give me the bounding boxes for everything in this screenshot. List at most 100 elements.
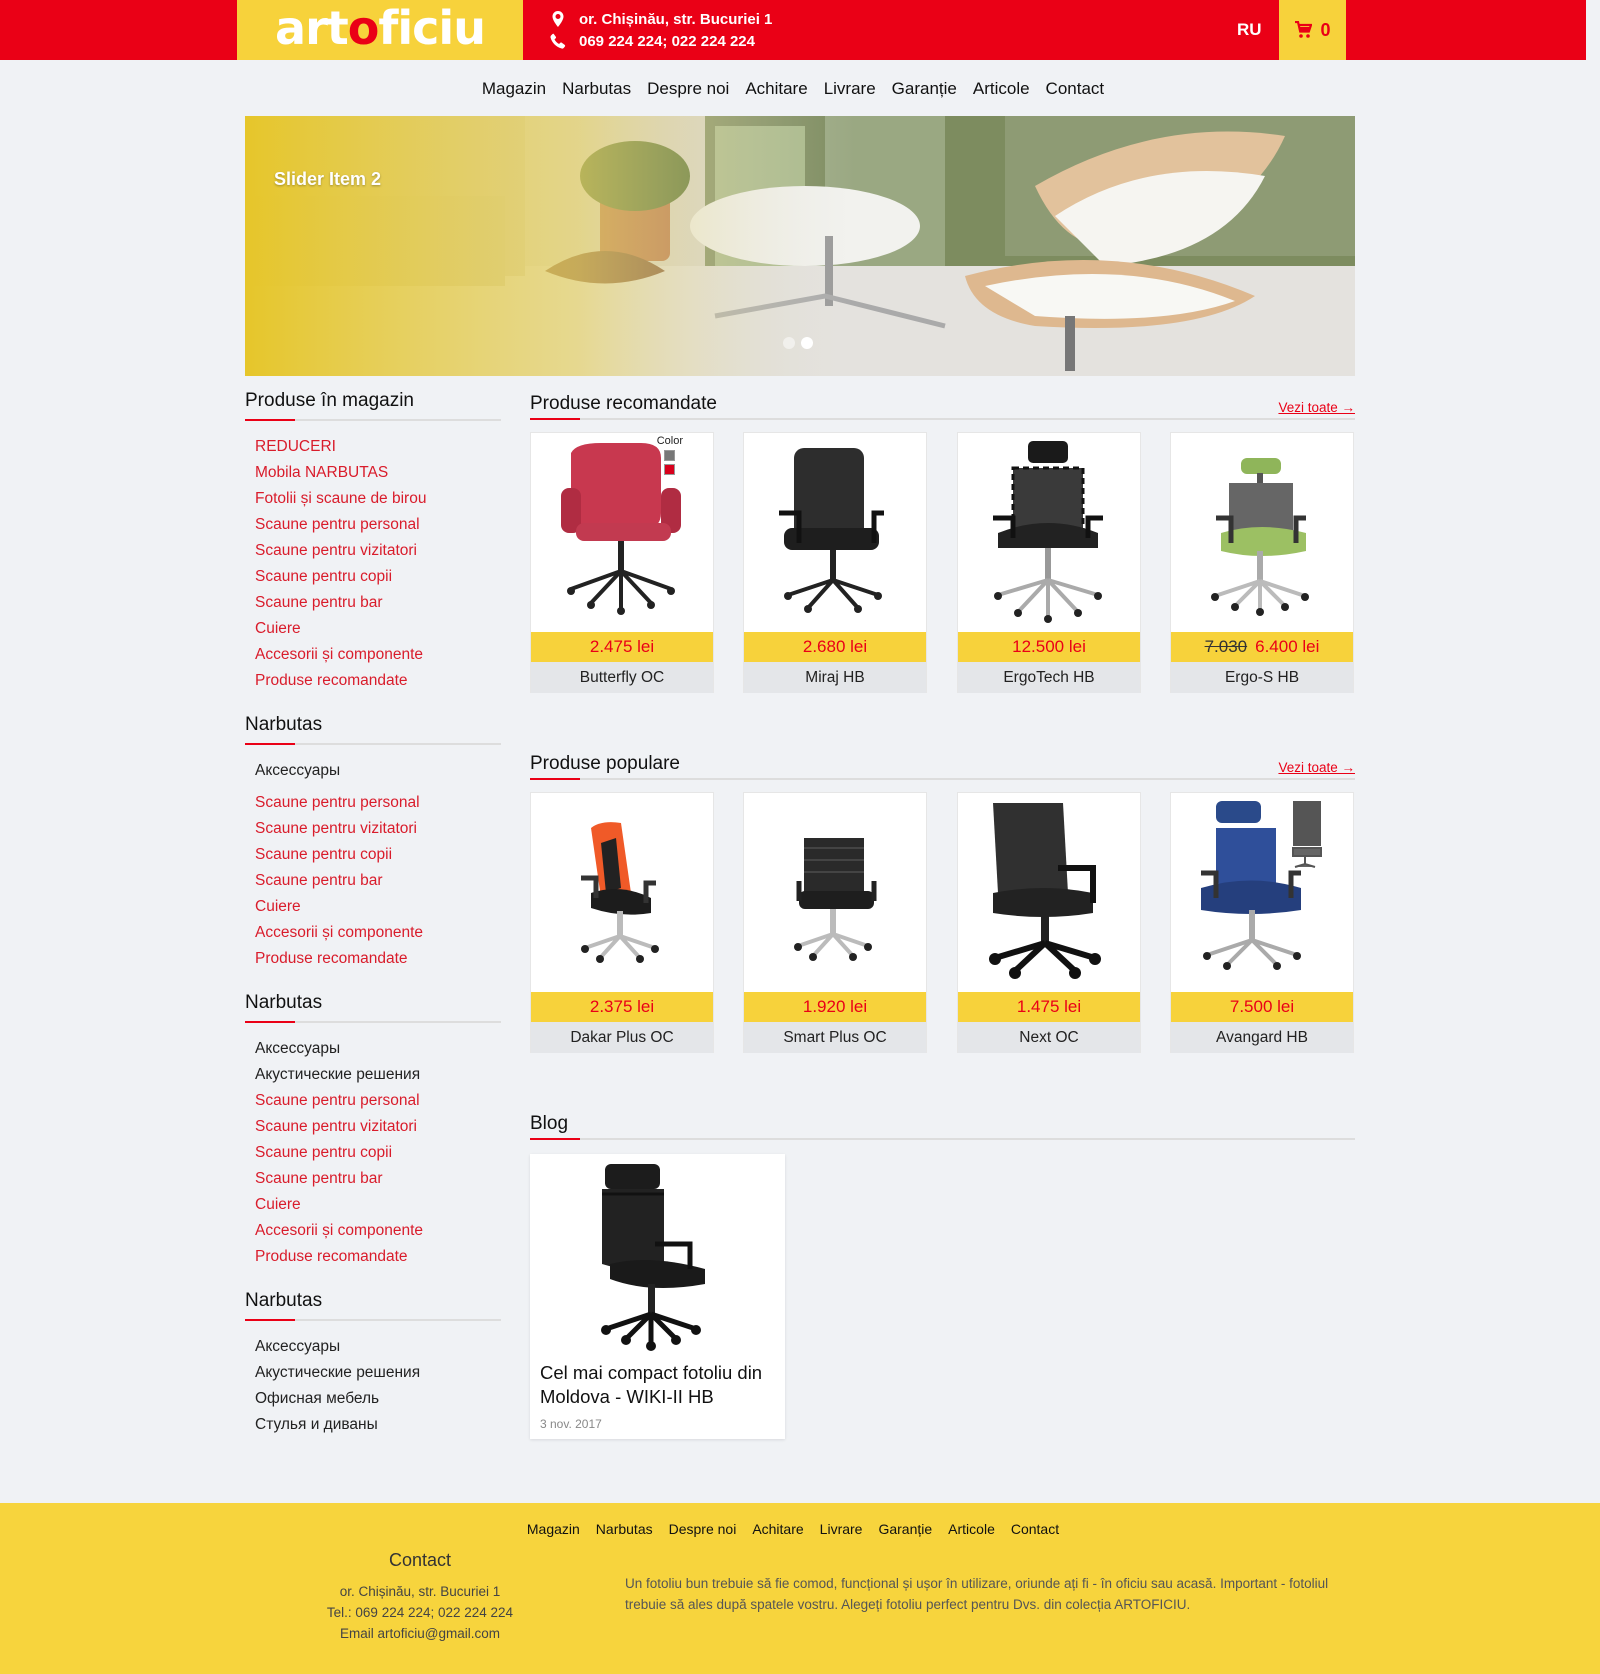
sidebar-item-accesorii[interactable]: Accesorii și componente [245, 1218, 501, 1244]
sidebar-item-akusticheskie[interactable]: Акустические решения [245, 1360, 501, 1386]
footer-contact: Contact or. Chișinău, str. Bucuriei 1 Te… [300, 1550, 540, 1644]
product-image [779, 448, 884, 613]
footer-nav-despre-noi[interactable]: Despre noi [669, 1521, 737, 1537]
footer-nav-articole[interactable]: Articole [948, 1521, 995, 1537]
nav-despre-noi[interactable]: Despre noi [647, 74, 729, 104]
footer-nav-contact[interactable]: Contact [1011, 1521, 1059, 1537]
product-name[interactable]: Ergo-S HB [1171, 662, 1353, 693]
product-card[interactable]: 2.680 lei Miraj HB [743, 432, 927, 693]
product-name[interactable]: Miraj HB [744, 662, 926, 693]
sidebar-item-recomandate[interactable]: Produse recomandate [245, 1244, 501, 1270]
product-name[interactable]: Dakar Plus OC [531, 1022, 713, 1053]
sidebar-item-copii[interactable]: Scaune pentru copii [245, 564, 501, 590]
footer-email[interactable]: Email artoficiu@gmail.com [300, 1623, 540, 1644]
product-card[interactable]: 12.500 lei ErgoTech HB [957, 432, 1141, 693]
product-price: 1.920 lei [744, 992, 926, 1022]
sidebar-item-vizitatori[interactable]: Scaune pentru vizitatori [245, 538, 501, 564]
footer-nav-magazin[interactable]: Magazin [527, 1521, 580, 1537]
blog-post-title[interactable]: Cel mai compact fotoliu din Moldova - WI… [540, 1361, 780, 1409]
sidebar-item-bar[interactable]: Scaune pentru bar [245, 868, 501, 894]
footer-nav-garantie[interactable]: Garanție [878, 1521, 932, 1537]
sidebar-item-aksessuary[interactable]: Аксессуары [245, 758, 501, 784]
sidebar-item-aksessuary[interactable]: Аксессуары [245, 1036, 501, 1062]
sidebar-item-cuiere[interactable]: Cuiere [245, 894, 501, 920]
sidebar-block-narbutas-2: Narbutas Аксессуары Акустические решения… [245, 992, 501, 1270]
nav-magazin[interactable]: Magazin [482, 74, 546, 104]
nav-livrare[interactable]: Livrare [824, 74, 876, 104]
sidebar-item-akusticheskie[interactable]: Акустические решения [245, 1062, 501, 1088]
top-bar: artoficiu or. Chișinău, str. Bucuriei 1 … [0, 0, 1586, 60]
product-image [1211, 458, 1309, 616]
product-name[interactable]: Smart Plus OC [744, 1022, 926, 1053]
sidebar-title: Produse în magazin [245, 390, 501, 421]
color-swatch-gray[interactable] [664, 450, 676, 461]
sidebar-item-recomandate[interactable]: Produse recomandate [245, 946, 501, 972]
color-swatch-red[interactable] [664, 464, 676, 475]
view-all-link[interactable]: Vezi toate → [1278, 400, 1355, 415]
sidebar-block-narbutas-1: Narbutas Аксессуары Scaune pentru person… [245, 714, 501, 972]
footer-nav-livrare[interactable]: Livrare [820, 1521, 863, 1537]
cart-button[interactable]: 0 [1279, 0, 1346, 60]
sidebar-item-cuiere[interactable]: Cuiere [245, 616, 501, 642]
product-card[interactable]: 7.500 lei Avangard HB [1170, 792, 1354, 1053]
product-name[interactable]: ErgoTech HB [958, 662, 1140, 693]
nav-contact[interactable]: Contact [1046, 74, 1105, 104]
sidebar-item-copii[interactable]: Scaune pentru copii [245, 842, 501, 868]
sidebar-item-mobila-narbutas[interactable]: Mobila NARBUTAS [245, 460, 501, 486]
recommended-section: Produse recomandate Vezi toate → Color 2… [530, 390, 1355, 694]
product-card[interactable]: 1.920 lei Smart Plus OC [743, 792, 927, 1053]
sidebar-block-narbutas-3: Narbutas Аксессуары Акустические решения… [245, 1290, 501, 1438]
sidebar-item-accesorii[interactable]: Accesorii și componente [245, 642, 501, 668]
sidebar-item-recomandate[interactable]: Produse recomandate [245, 668, 501, 694]
footer-about-text: Un fotoliu bun trebuie să fie comod, fun… [625, 1576, 1329, 1612]
nav-garantie[interactable]: Garanție [892, 74, 957, 104]
sidebar-item-aksessuary[interactable]: Аксессуары [245, 1334, 501, 1360]
sidebar-item-bar[interactable]: Scaune pentru bar [245, 1166, 501, 1192]
view-all-link[interactable]: Vezi toate → [1278, 760, 1355, 775]
product-image [1201, 801, 1322, 970]
product-card[interactable]: Color 2.475 lei Butterfly OC [530, 432, 714, 693]
nav-narbutas[interactable]: Narbutas [562, 74, 631, 104]
product-card[interactable]: 2.375 lei Dakar Plus OC [530, 792, 714, 1053]
product-name[interactable]: Next OC [958, 1022, 1140, 1053]
section-title: Produse recomandate [530, 393, 717, 414]
hero-slider[interactable]: Slider Item 2 [245, 116, 1355, 376]
product-price: 1.475 lei [958, 992, 1140, 1022]
slider-dot-2[interactable] [801, 337, 813, 349]
sidebar-item-fotolii[interactable]: Fotolii și scaune de birou [245, 486, 501, 512]
product-name[interactable]: Butterfly OC [531, 662, 713, 693]
footer-nav-achitare[interactable]: Achitare [752, 1521, 803, 1537]
slider-caption: Slider Item 2 [274, 169, 382, 189]
sidebar-item-bar[interactable]: Scaune pentru bar [245, 590, 501, 616]
old-price: 7.030 [1204, 637, 1248, 656]
sidebar-item-personal[interactable]: Scaune pentru personal [245, 790, 501, 816]
sidebar-item-ofisnaya-mebel[interactable]: Офисная мебель [245, 1386, 501, 1412]
slider-dot-1[interactable] [783, 337, 795, 349]
phone-icon [550, 33, 566, 49]
nav-articole[interactable]: Articole [973, 74, 1030, 104]
product-card[interactable]: 1.475 lei Next OC [957, 792, 1141, 1053]
footer-phones: Tel.: 069 224 224; 022 224 224 [326, 1605, 514, 1620]
sidebar-item-copii[interactable]: Scaune pentru copii [245, 1140, 501, 1166]
sidebar-item-stulya[interactable]: Стулья и диваны [245, 1412, 501, 1438]
header-address: or. Chișinău, str. Bucuriei 1 [579, 10, 773, 28]
nav-achitare[interactable]: Achitare [745, 74, 807, 104]
blog-section: Blog Cel mai compact fotoliu din Moldova… [530, 1110, 1355, 1439]
blog-post-card[interactable]: Cel mai compact fotoliu din Moldova - WI… [530, 1154, 785, 1439]
popular-section: Produse populare Vezi toate → 2.375 lei … [530, 750, 1355, 1054]
product-name[interactable]: Avangard HB [1171, 1022, 1353, 1053]
language-switch[interactable]: RU [1237, 0, 1262, 60]
footer-nav-narbutas[interactable]: Narbutas [596, 1521, 653, 1537]
sidebar-item-cuiere[interactable]: Cuiere [245, 1192, 501, 1218]
product-price: 2.375 lei [531, 992, 713, 1022]
sidebar-item-reduceri[interactable]: REDUCERI [245, 434, 501, 460]
sidebar-item-vizitatori[interactable]: Scaune pentru vizitatori [245, 816, 501, 842]
product-card[interactable]: 7.030 6.400 lei Ergo-S HB [1170, 432, 1354, 693]
sidebar-item-accesorii[interactable]: Accesorii și componente [245, 920, 501, 946]
sidebar-title: Narbutas [245, 714, 501, 745]
color-options: Color [657, 435, 683, 475]
logo[interactable]: artoficiu [237, 0, 523, 60]
sidebar-item-personal[interactable]: Scaune pentru personal [245, 1088, 501, 1114]
sidebar-item-vizitatori[interactable]: Scaune pentru vizitatori [245, 1114, 501, 1140]
sidebar-item-personal[interactable]: Scaune pentru personal [245, 512, 501, 538]
